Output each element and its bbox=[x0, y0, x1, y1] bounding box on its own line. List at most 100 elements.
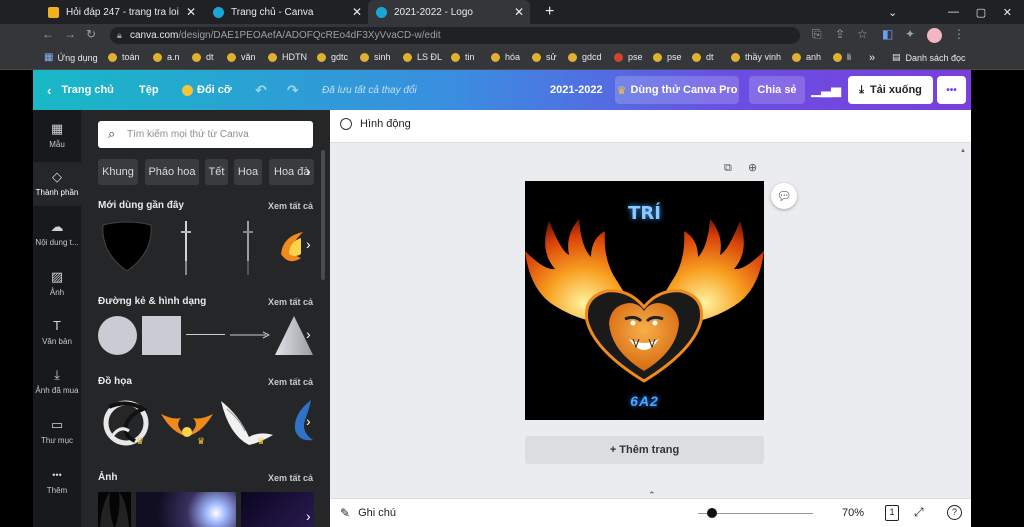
bookmark-item[interactable]: pse bbox=[614, 52, 643, 62]
add-page-button[interactable]: + Thêm trang bbox=[525, 436, 764, 464]
comment-icon[interactable]: 💬︎ bbox=[771, 183, 797, 209]
chevron-right-icon[interactable]: › bbox=[306, 413, 311, 429]
bookmark-item[interactable]: toán bbox=[108, 52, 140, 62]
close-tab-icon[interactable]: ✕ bbox=[186, 5, 196, 19]
fullscreen-icon[interactable]: ⤢ bbox=[914, 505, 924, 520]
minimize-icon[interactable]: — bbox=[948, 6, 959, 18]
dragon-graphic[interactable] bbox=[99, 395, 153, 449]
design-subtitle-text[interactable]: 6A2 bbox=[525, 393, 764, 409]
animate-button[interactable]: Hình động bbox=[340, 118, 411, 130]
help-button[interactable]: ? bbox=[947, 505, 962, 520]
bookmark-item[interactable]: a.n bbox=[153, 52, 180, 62]
page-count-button[interactable]: 1 bbox=[885, 505, 899, 521]
chip-frame[interactable]: Khung bbox=[98, 159, 138, 185]
home-link[interactable]: ‹ Trang chủ bbox=[47, 70, 114, 110]
design-page[interactable]: TRÍ 6A2 bbox=[525, 181, 764, 420]
circle-shape[interactable] bbox=[98, 316, 137, 355]
bookmark-item[interactable]: HDTN bbox=[268, 52, 307, 62]
fire-wings-graphic[interactable] bbox=[159, 406, 215, 442]
bookmark-item[interactable]: văn bbox=[227, 52, 256, 62]
browser-tab-hoidap[interactable]: Hỏi đáp 247 - trang tra loi ✕ bbox=[40, 0, 202, 24]
see-all-link[interactable]: Xem tất cả bbox=[268, 297, 313, 307]
bookmark-item[interactable]: li bbox=[833, 52, 851, 62]
tab-search-icon[interactable]: ⌄ bbox=[880, 0, 900, 24]
rail-uploads[interactable]: ☁ Nội dung t... bbox=[33, 220, 81, 260]
bookmark-apps[interactable]: ▦ Ứng dụng bbox=[44, 52, 98, 63]
rail-elements[interactable]: ◇ Thành phần bbox=[33, 162, 81, 206]
photo-thumbnail[interactable] bbox=[136, 492, 236, 527]
see-all-link[interactable]: Xem tất cả bbox=[268, 377, 313, 387]
line-shape[interactable] bbox=[186, 334, 225, 335]
bookmark-item[interactable]: anh bbox=[792, 52, 821, 62]
bookmark-item[interactable]: tin bbox=[451, 52, 475, 62]
avatar[interactable] bbox=[927, 28, 942, 43]
rail-more[interactable]: ••• Thêm bbox=[33, 468, 81, 508]
arrow-line-shape[interactable] bbox=[230, 330, 270, 340]
share-button[interactable]: Chia sẻ bbox=[749, 76, 805, 104]
rail-purchased[interactable]: ⤓ Ảnh đã mua bbox=[33, 368, 81, 408]
canvas-scrollbar[interactable]: ▲ bbox=[959, 146, 966, 486]
bookmark-item[interactable]: dt bbox=[192, 52, 214, 62]
bookmark-item[interactable]: gdtc bbox=[317, 52, 348, 62]
bookmark-item[interactable]: hóa bbox=[491, 52, 520, 62]
rail-photos[interactable]: ▨ Ảnh bbox=[33, 270, 81, 310]
bookmark-item[interactable]: sinh bbox=[360, 52, 391, 62]
photo-thumbnail[interactable] bbox=[98, 492, 131, 527]
close-window-icon[interactable]: ✕ bbox=[1003, 6, 1012, 19]
notes-button[interactable]: ✎ Ghi chú bbox=[340, 506, 396, 520]
puzzle-icon[interactable]: ✦ bbox=[905, 27, 915, 41]
insights-icon[interactable]: ▁▃▅ bbox=[811, 76, 841, 104]
rail-text[interactable]: T Văn bản bbox=[33, 319, 81, 359]
forward-icon[interactable]: → bbox=[64, 27, 76, 41]
search-input[interactable]: ⌕ Tìm kiếm mọi thứ từ Canva bbox=[98, 121, 313, 148]
design-title[interactable]: 2021-2022 bbox=[550, 70, 603, 110]
chevron-right-icon[interactable]: › bbox=[306, 163, 311, 179]
reading-list[interactable]: ▤ Danh sách đọc bbox=[892, 52, 966, 63]
close-tab-icon[interactable]: ✕ bbox=[514, 5, 524, 19]
try-pro-button[interactable]: ♛ Dùng thử Canva Pro bbox=[615, 76, 739, 104]
resize-button[interactable]: Đổi cỡ bbox=[182, 70, 232, 110]
bookmark-item[interactable]: pse bbox=[653, 52, 682, 62]
browser-tab-design[interactable]: 2021-2022 - Logo ✕ bbox=[368, 0, 530, 24]
zoom-level[interactable]: 70% bbox=[842, 507, 864, 519]
bookmark-item[interactable]: sử bbox=[532, 52, 557, 62]
sword-thumbnail[interactable] bbox=[241, 221, 255, 276]
translate-icon[interactable]: ⎘ bbox=[812, 27, 822, 42]
close-tab-icon[interactable]: ✕ bbox=[352, 5, 362, 19]
reload-icon[interactable]: ↻ bbox=[86, 27, 96, 41]
file-menu[interactable]: Tệp bbox=[139, 70, 159, 110]
fire-wing-thumbnail[interactable] bbox=[279, 228, 305, 268]
see-all-link[interactable]: Xem tất cả bbox=[268, 473, 313, 483]
tiger-wings-logo[interactable] bbox=[525, 211, 764, 391]
chip-flower[interactable]: Hoa bbox=[234, 159, 262, 185]
rail-templates[interactable]: ▦ Mẫu bbox=[33, 120, 81, 160]
url-field[interactable]: 🔒︎ canva.com/design/DAE1PEOAefA/ADOFQcRE… bbox=[110, 27, 800, 44]
bookmark-item[interactable]: dt bbox=[692, 52, 714, 62]
duplicate-page-icon[interactable]: ⧉ bbox=[724, 162, 732, 175]
browser-menu-icon[interactable]: ⋮ bbox=[953, 27, 965, 41]
bookmark-star-icon[interactable]: ☆ bbox=[857, 27, 868, 41]
bookmark-item[interactable]: LS ĐL bbox=[403, 52, 442, 62]
chip-fireworks[interactable]: Pháo hoa bbox=[145, 159, 199, 185]
bookmark-item[interactable]: gdcd bbox=[568, 52, 602, 62]
shield-thumbnail[interactable] bbox=[99, 221, 155, 273]
browser-tab-canva-home[interactable]: Trang chủ - Canva ✕ bbox=[205, 0, 368, 24]
add-page-icon[interactable]: ⊕ bbox=[748, 161, 757, 174]
bookmark-item[interactable]: thầy vinh bbox=[731, 52, 781, 62]
chevron-right-icon[interactable]: › bbox=[306, 326, 311, 342]
zoom-slider-thumb[interactable] bbox=[707, 508, 717, 518]
more-bookmarks-button[interactable]: » bbox=[869, 52, 875, 64]
rail-folders[interactable]: ▭ Thư mục bbox=[33, 418, 81, 458]
see-all-link[interactable]: Xem tất cả bbox=[268, 201, 313, 211]
chevron-right-icon[interactable]: › bbox=[306, 236, 311, 252]
redo-icon[interactable]: ↷ bbox=[287, 70, 299, 110]
square-shape[interactable] bbox=[142, 316, 181, 355]
share-page-icon[interactable]: ⇪ bbox=[835, 27, 845, 41]
chip-tet[interactable]: Tết bbox=[205, 159, 228, 185]
back-icon[interactable]: ← bbox=[42, 27, 54, 41]
new-tab-button[interactable]: + bbox=[537, 0, 557, 24]
download-button[interactable]: ⤓ Tải xuống bbox=[848, 76, 933, 104]
photo-thumbnail[interactable] bbox=[241, 492, 314, 527]
white-wings-graphic[interactable] bbox=[219, 395, 275, 449]
more-options-button[interactable]: ••• bbox=[937, 76, 966, 104]
